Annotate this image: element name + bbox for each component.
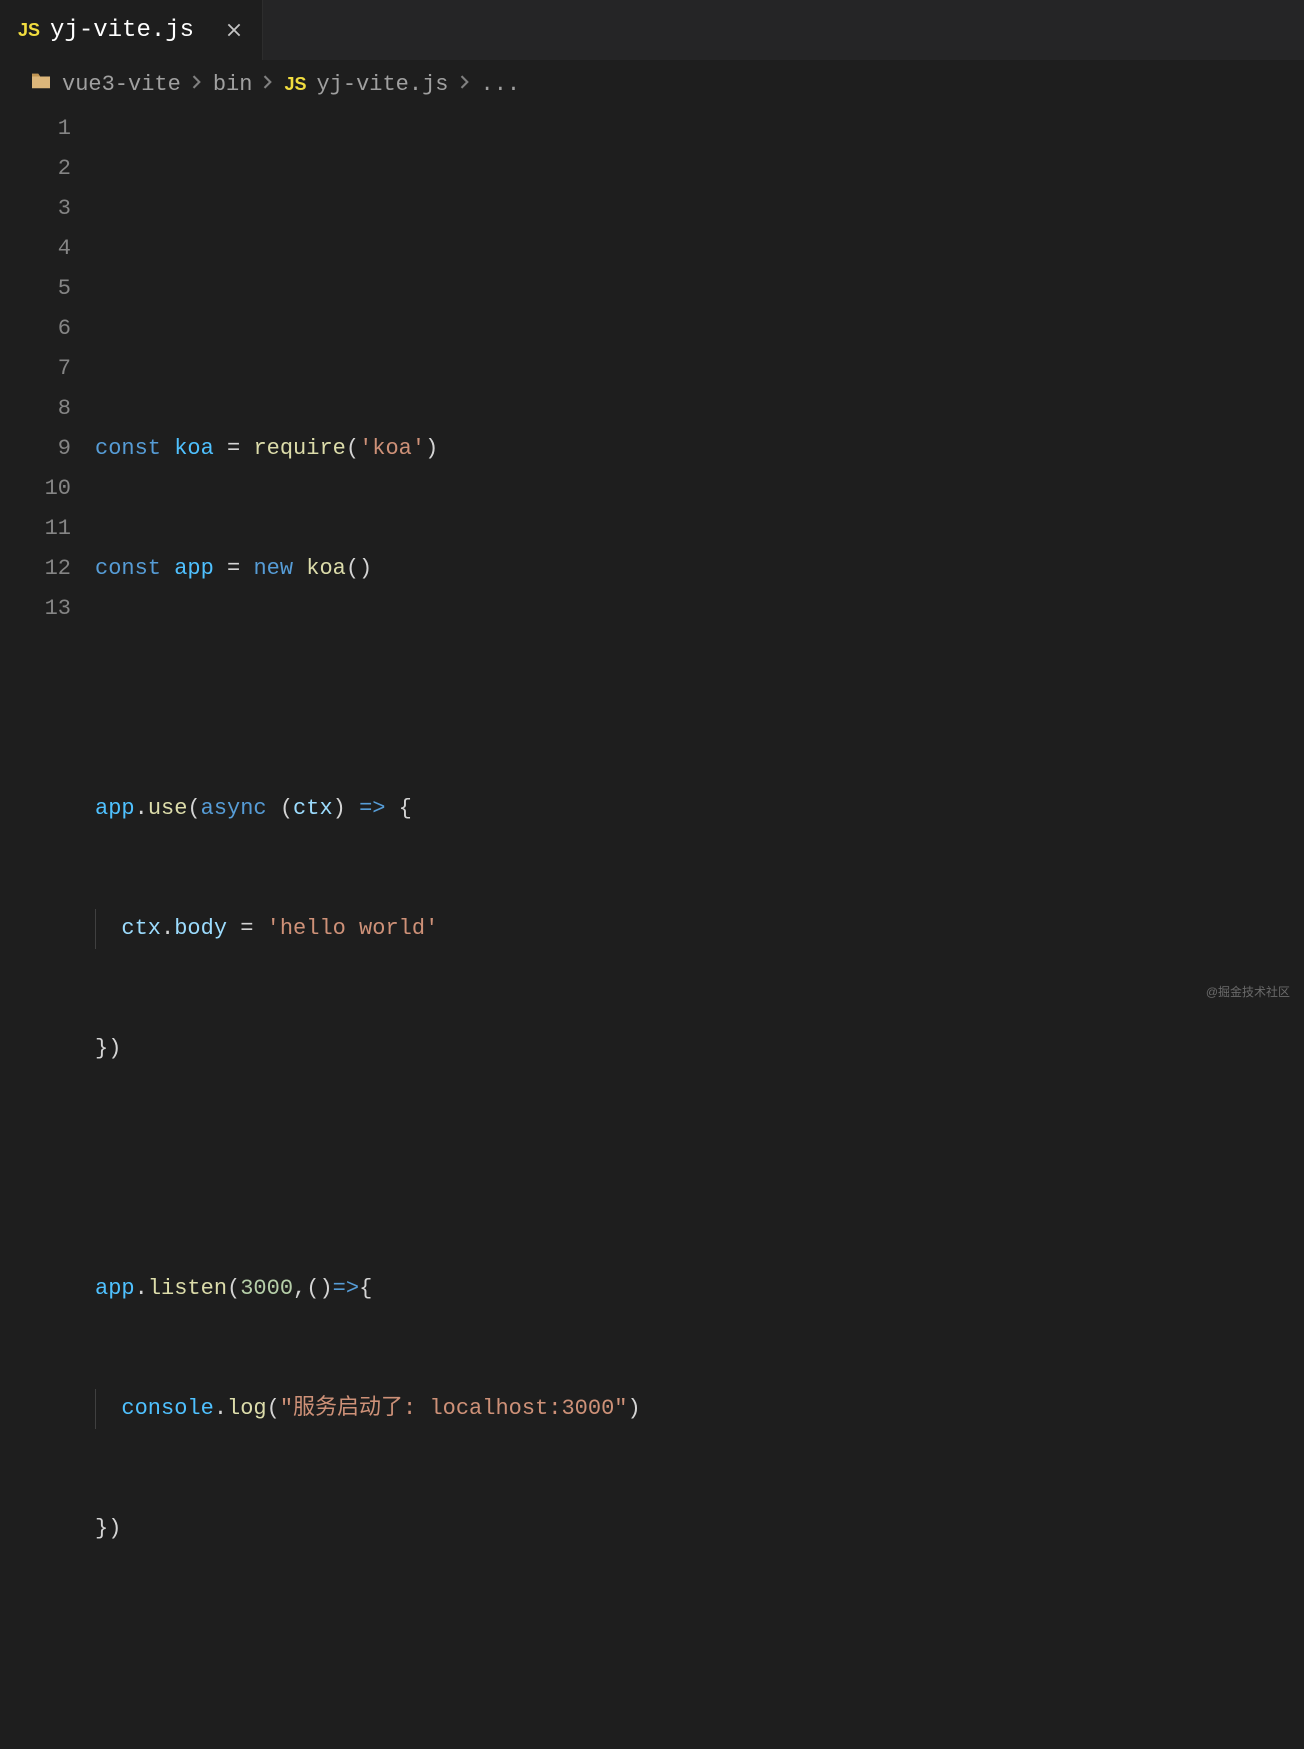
- code-line: console.log("服务启动了: localhost:3000"): [95, 1389, 1304, 1429]
- breadcrumb[interactable]: vue3-vite bin JS yj-vite.js ...: [0, 60, 1304, 109]
- code-line: [95, 1629, 1304, 1669]
- code-line: const koa = require('koa'): [95, 429, 1304, 469]
- line-number: 1: [0, 109, 71, 149]
- chevron-right-icon: [459, 75, 471, 95]
- code-line: const app = new koa(): [95, 549, 1304, 589]
- code-line: [95, 1149, 1304, 1189]
- tab-filename: yj-vite.js: [50, 17, 194, 44]
- breadcrumb-segment-root[interactable]: vue3-vite: [62, 72, 181, 97]
- close-icon[interactable]: [224, 20, 244, 40]
- line-number: 11: [0, 509, 71, 549]
- chevron-right-icon: [262, 75, 274, 95]
- line-number: 13: [0, 589, 71, 629]
- code-line: }): [95, 1509, 1304, 1549]
- code-line: [95, 189, 1304, 229]
- code-line: ctx.body = 'hello world': [95, 909, 1304, 949]
- breadcrumb-more[interactable]: ...: [481, 72, 521, 97]
- watermark: @掘金技术社区: [1206, 983, 1290, 1000]
- line-number: 12: [0, 549, 71, 589]
- code-line: app.use(async (ctx) => {: [95, 789, 1304, 829]
- breadcrumb-segment-bin[interactable]: bin: [213, 72, 253, 97]
- code-line: }): [95, 1029, 1304, 1069]
- line-number-gutter: 1 2 3 4 5 6 7 8 9 10 11 12 13: [0, 109, 95, 1749]
- line-number: 7: [0, 349, 71, 389]
- code-line: [95, 309, 1304, 349]
- tab-bar: JS yj-vite.js: [0, 0, 1304, 60]
- code-line: app.listen(3000,()=>{: [95, 1269, 1304, 1309]
- js-file-icon: JS: [18, 20, 40, 41]
- line-number: 3: [0, 189, 71, 229]
- chevron-right-icon: [191, 75, 203, 95]
- breadcrumb-filename[interactable]: yj-vite.js: [316, 72, 448, 97]
- line-number: 4: [0, 229, 71, 269]
- line-number: 6: [0, 309, 71, 349]
- folder-icon: [30, 72, 52, 97]
- code-line: [95, 669, 1304, 709]
- code-area[interactable]: const koa = require('koa') const app = n…: [95, 109, 1304, 1749]
- tab-active[interactable]: JS yj-vite.js: [0, 0, 263, 60]
- code-editor[interactable]: 1 2 3 4 5 6 7 8 9 10 11 12 13 const koa …: [0, 109, 1304, 1749]
- line-number: 2: [0, 149, 71, 189]
- line-number: 9: [0, 429, 71, 469]
- line-number: 5: [0, 269, 71, 309]
- line-number: 10: [0, 469, 71, 509]
- line-number: 8: [0, 389, 71, 429]
- js-file-icon: JS: [284, 74, 306, 95]
